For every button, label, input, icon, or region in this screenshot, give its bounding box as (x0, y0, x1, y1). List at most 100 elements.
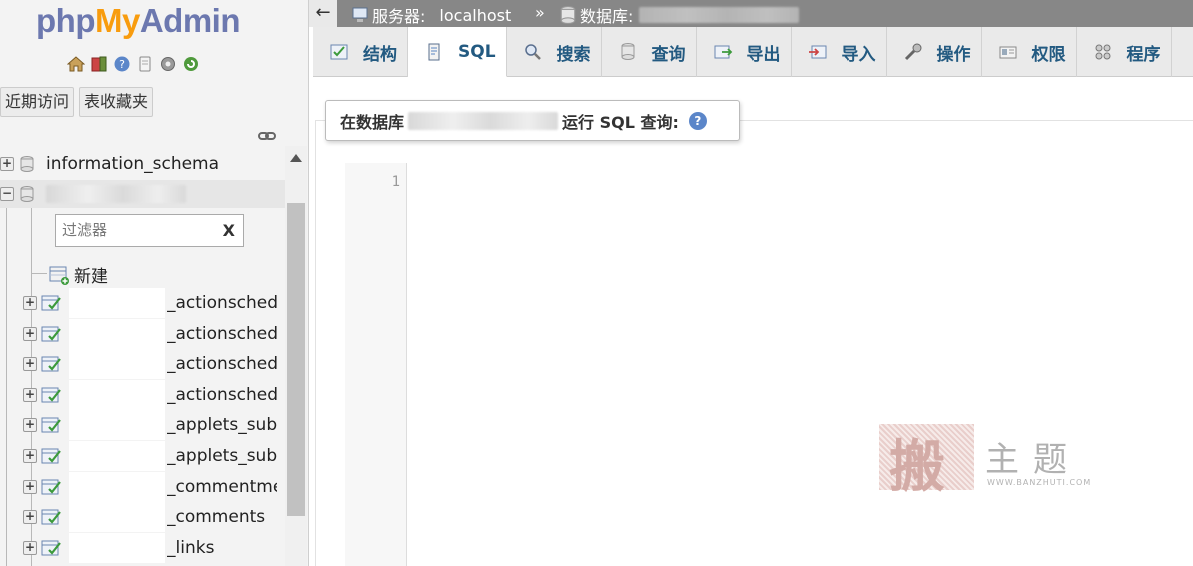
table-row[interactable]: + _comments (23, 502, 288, 533)
table-name[interactable]: _actionsched (167, 293, 277, 313)
table-row[interactable]: + _applets_subs (23, 441, 288, 471)
table-icon (41, 295, 61, 311)
tab-structure[interactable]: 结构 (313, 27, 408, 77)
expand-icon[interactable]: + (23, 296, 37, 310)
home-icon[interactable] (66, 54, 86, 74)
breadcrumb-server[interactable]: 服务器: localhost (351, 3, 511, 27)
expand-icon[interactable]: + (23, 540, 37, 555)
table-name[interactable]: _commentme (167, 477, 277, 497)
operations-icon (903, 42, 937, 62)
watermark: 搬 主题 WWW.BANZHUTI.COM (879, 424, 1109, 500)
collapse-nav-button[interactable]: ← (309, 0, 337, 27)
tab-label: 导入 (841, 44, 876, 65)
line-number-gutter: 1 (345, 163, 407, 566)
table-name[interactable]: _comments (167, 507, 277, 527)
table-row[interactable]: + _applets_subs (23, 410, 288, 441)
tab-label: 导出 (746, 44, 781, 65)
navigation-panel: phpMyAdmin ? 近期访问 表收藏夹 + information_sch… (0, 0, 309, 566)
table-icon (41, 540, 61, 556)
table-name[interactable]: _applets_subs (167, 446, 277, 466)
tab-favorites[interactable]: 表收藏夹 (79, 87, 154, 117)
tab-label: 查询 (651, 44, 686, 65)
table-icon (41, 356, 61, 372)
db-name-redacted (408, 111, 559, 130)
scroll-thumb[interactable] (287, 203, 305, 516)
table-icon (41, 417, 61, 433)
table-name[interactable]: _actionsched (167, 385, 277, 405)
table-filter-input[interactable]: 过滤器 X (55, 214, 244, 247)
line-number: 1 (391, 174, 400, 190)
db-row-information-schema[interactable]: + information_schema (0, 150, 285, 178)
tab-routines[interactable]: 程序 (1077, 27, 1172, 77)
expand-icon[interactable]: + (23, 326, 37, 341)
tab-label: 权限 (1031, 44, 1066, 65)
expand-icon[interactable]: + (23, 479, 37, 494)
routines-icon (1093, 42, 1127, 62)
tab-label: 结构 (363, 44, 397, 65)
table-name-redacted (69, 502, 165, 533)
expand-icon[interactable]: + (23, 510, 37, 525)
db-row-current[interactable]: − (0, 180, 285, 208)
table-row[interactable]: + _actionsched (23, 349, 288, 380)
nav-icon-bar: ? (66, 54, 201, 74)
watermark-url: WWW.BANZHUTI.COM (987, 478, 1092, 487)
tab-label: SQL (458, 41, 496, 62)
expand-icon[interactable]: + (23, 387, 37, 402)
tab-import[interactable]: 导入 (792, 27, 887, 77)
help-icon[interactable]: ? (112, 54, 132, 74)
phpmyadmin-logo[interactable]: phpMyAdmin (36, 2, 241, 40)
new-table-link[interactable]: 新建 (48, 262, 108, 287)
table-row[interactable]: + _actionsched (23, 288, 288, 318)
expand-icon[interactable]: + (23, 449, 37, 463)
export-icon (713, 42, 747, 62)
search-icon (523, 42, 557, 62)
table-row[interactable]: + _commentme (23, 471, 288, 502)
main-panel: ← 服务器: localhost » 数据库: 结构 SQL 搜索 查询 导出 导入 操作 权… (309, 0, 1193, 566)
tree-connector (31, 273, 47, 274)
table-name[interactable]: _links (167, 538, 277, 558)
collapse-icon[interactable]: − (0, 187, 14, 201)
tab-search[interactable]: 搜索 (507, 27, 602, 77)
settings-icon[interactable] (158, 54, 178, 74)
table-row[interactable]: + _actionsched (23, 379, 288, 410)
db-name[interactable]: information_schema (46, 154, 219, 174)
sql-text-area[interactable] (408, 163, 1193, 566)
breadcrumb-database[interactable]: 数据库: (559, 3, 800, 27)
svg-text:?: ? (119, 58, 125, 71)
tab-recent[interactable]: 近期访问 (0, 87, 75, 117)
table-name-redacted (69, 318, 165, 349)
help-icon[interactable]: ? (688, 111, 707, 130)
tab-label: 程序 (1126, 44, 1161, 65)
table-name[interactable]: _actionsched (167, 354, 277, 374)
table-row[interactable]: + _links (23, 532, 288, 563)
table-name-redacted (69, 288, 165, 318)
tab-sql[interactable]: SQL (408, 27, 507, 77)
scroll-up-arrow[interactable] (290, 154, 302, 162)
expand-icon[interactable]: + (23, 357, 37, 372)
tab-privileges[interactable]: 权限 (982, 27, 1077, 77)
logout-icon[interactable] (89, 54, 109, 74)
table-name-redacted (69, 410, 165, 441)
expand-icon[interactable]: + (0, 157, 14, 171)
table-name[interactable]: _actionsched (167, 324, 277, 344)
tab-query[interactable]: 查询 (602, 27, 697, 77)
table-name-redacted (69, 379, 165, 410)
expand-icon[interactable]: + (23, 418, 37, 433)
tab-operations[interactable]: 操作 (887, 27, 982, 77)
import-icon (808, 42, 842, 62)
breadcrumb-bar: ← 服务器: localhost » 数据库: (309, 0, 1193, 27)
tab-label: 操作 (936, 44, 971, 65)
table-row[interactable]: + _actionsched (23, 318, 288, 349)
table-icon (41, 326, 61, 342)
nav-tabs: 近期访问 表收藏夹 (0, 87, 154, 117)
sql-editor[interactable]: 1 (345, 163, 1193, 566)
nav-scrollbar[interactable] (285, 146, 307, 566)
tab-export[interactable]: 导出 (697, 27, 792, 77)
filter-clear-button[interactable]: X (223, 215, 235, 246)
sql-icon (424, 42, 458, 62)
link-with-main-icon[interactable] (258, 130, 276, 142)
reload-icon[interactable] (181, 54, 201, 74)
docs-icon[interactable] (135, 54, 155, 74)
privileges-icon (998, 42, 1032, 62)
table-name[interactable]: _applets_subs (167, 415, 277, 435)
